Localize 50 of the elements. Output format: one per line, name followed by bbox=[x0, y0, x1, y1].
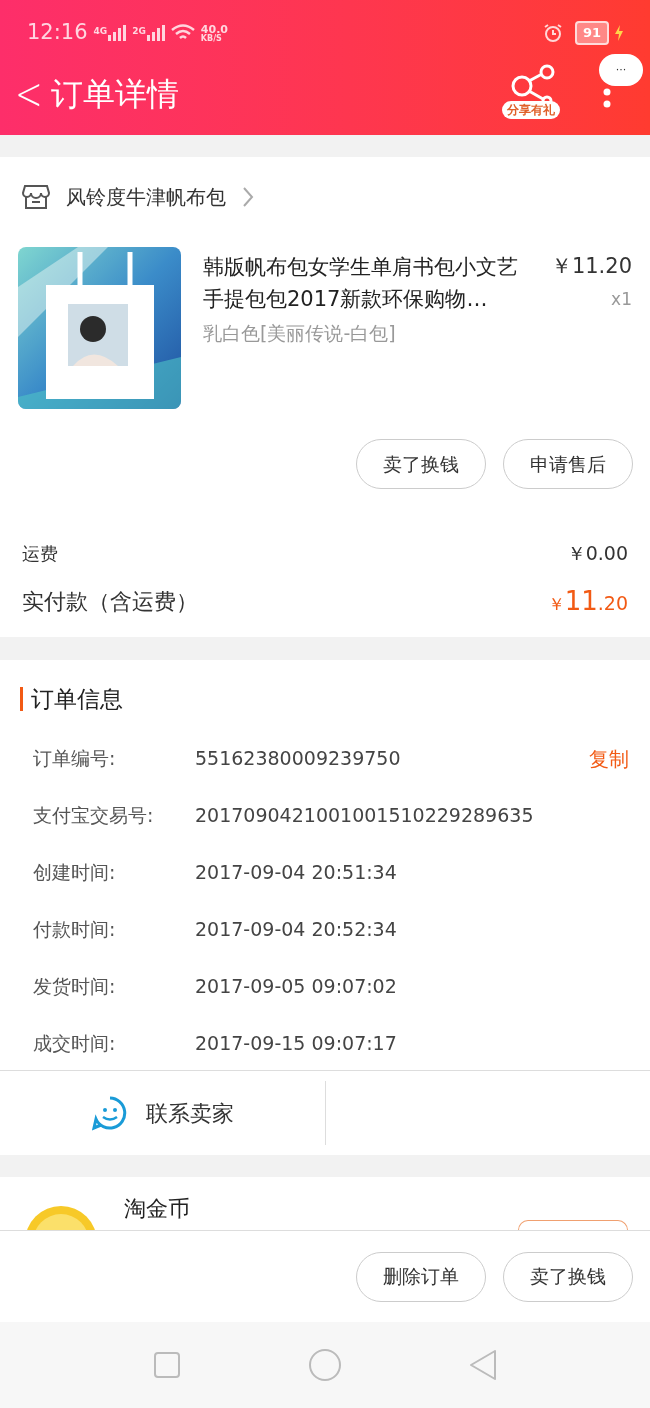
total-label: 实付款（含运费） bbox=[22, 587, 198, 616]
shop-name[interactable]: 风铃度牛津帆布包 bbox=[66, 182, 226, 212]
alarm-icon bbox=[542, 23, 563, 43]
back-icon[interactable] bbox=[468, 1349, 497, 1381]
info-value: 2017-09-15 09:07:17 bbox=[195, 1031, 398, 1057]
info-value: 2017-09-04 20:52:34 bbox=[195, 917, 398, 943]
network-label: 4G bbox=[93, 25, 108, 38]
info-label: 付款时间: bbox=[33, 917, 117, 943]
product-title[interactable]: 韩版帆布包女学生单肩书包小文艺手提包包2017新款环保购物… bbox=[203, 251, 533, 315]
product-variant: 乳白色[美丽传说-白包] bbox=[203, 321, 397, 346]
info-label: 发货时间: bbox=[33, 974, 117, 1000]
recent-apps-icon[interactable] bbox=[153, 1351, 182, 1379]
speed-unit: KB/S bbox=[200, 34, 223, 43]
info-value: 2017-09-05 09:07:02 bbox=[195, 974, 398, 1000]
section-marker bbox=[20, 687, 23, 711]
back-button[interactable]: < bbox=[15, 71, 46, 116]
charging-icon bbox=[615, 25, 623, 41]
more-bubble[interactable]: ··· bbox=[599, 54, 643, 86]
action-button[interactable]: 删除订单 bbox=[356, 1251, 486, 1302]
page-title: 订单详情 bbox=[50, 73, 179, 115]
info-value: 55162380009239750 bbox=[195, 746, 402, 772]
signal-icon bbox=[108, 25, 127, 41]
chat-face-icon bbox=[91, 1095, 128, 1132]
cost-value: ￥0.00 bbox=[566, 541, 628, 566]
chevron-right-icon bbox=[242, 186, 254, 208]
total-amount: ￥11.20 bbox=[547, 584, 628, 618]
contact-seller-button[interactable]: 联系卖家 bbox=[145, 1096, 234, 1130]
coin-title: 淘金币 bbox=[124, 1195, 190, 1223]
shop-icon bbox=[22, 184, 50, 210]
network-label: 2G bbox=[132, 25, 146, 38]
info-label: 订单编号: bbox=[33, 746, 117, 772]
info-label: 支付宝交易号: bbox=[33, 803, 155, 829]
home-icon[interactable] bbox=[308, 1348, 342, 1382]
product-quantity: x1 bbox=[611, 287, 632, 311]
more-icon[interactable] bbox=[602, 88, 612, 108]
action-button[interactable]: 卖了换钱 bbox=[356, 439, 486, 489]
status-time: 12:16 bbox=[27, 19, 88, 47]
action-button[interactable]: 申请售后 bbox=[503, 439, 633, 489]
info-value: 2017090421001001510229289635 bbox=[195, 803, 535, 829]
battery-level: 91 bbox=[574, 21, 609, 45]
product-price: ￥11.20 bbox=[550, 253, 632, 280]
signal-icon bbox=[146, 25, 165, 41]
action-button[interactable]: 卖了换钱 bbox=[503, 1251, 633, 1302]
info-label: 创建时间: bbox=[33, 860, 117, 886]
cost-label: 运费 bbox=[22, 541, 58, 566]
section-title: 订单信息 bbox=[31, 684, 123, 714]
network-speed: 40.0 bbox=[200, 23, 228, 35]
info-label: 成交时间: bbox=[33, 1031, 117, 1057]
info-value: 2017-09-04 20:51:34 bbox=[195, 860, 398, 886]
share-reward-badge[interactable]: 分享有礼 bbox=[502, 101, 560, 119]
